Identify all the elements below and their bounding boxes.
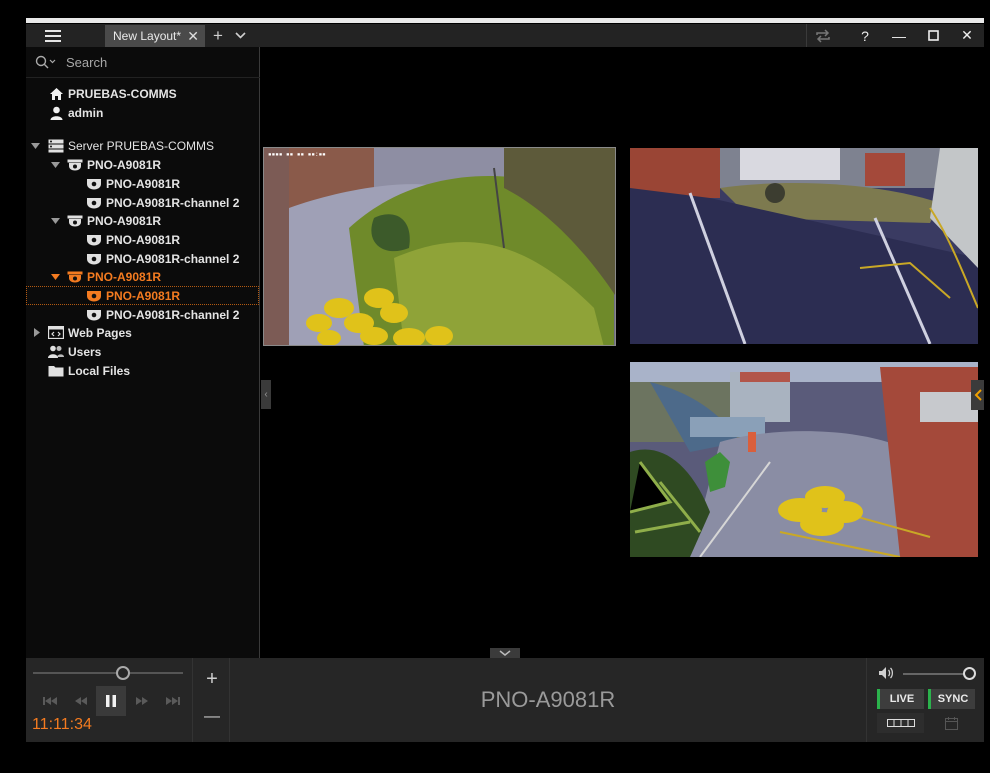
tree-item-channel-2[interactable]: PNO-A9081R-channel 2 (86, 193, 239, 212)
right-panel-handle[interactable] (971, 380, 984, 410)
tree-item-channel-2[interactable]: PNO-A9081R-channel 2 (86, 249, 239, 268)
search-bar (26, 47, 260, 78)
camera-feed-image (264, 148, 615, 345)
camera-device-icon (67, 269, 83, 285)
skip-forward-icon (165, 697, 180, 705)
home-icon (48, 86, 64, 102)
active-camera-name: PNO-A9081R (480, 687, 616, 712)
users-icon (48, 344, 64, 360)
playback-bar: 11:11:34 + — PNO-A9081R LIVE SYNC (26, 658, 984, 742)
tree-item-channel[interactable]: PNO-A9081R (86, 174, 180, 193)
expand-arrow-icon[interactable] (50, 216, 60, 226)
tree-item-users[interactable]: Users (48, 342, 101, 361)
tree-item-device-2[interactable]: PNO-A9081R (50, 211, 161, 230)
user-icon (48, 105, 64, 121)
filmstrip-icon (886, 719, 915, 727)
expand-arrow-icon[interactable] (30, 141, 40, 151)
main-menu-button[interactable] (26, 24, 79, 47)
skip-back-button[interactable] (34, 688, 65, 714)
title-bar: New Layout* ✕ + ? — ✕ (26, 24, 984, 47)
fast-forward-icon (135, 697, 148, 705)
camera-device-icon (67, 213, 83, 229)
camera-icon (86, 288, 102, 304)
collapse-arrow-icon[interactable] (32, 327, 42, 337)
server-icon (48, 138, 64, 154)
tree-item-device-3-active[interactable]: PNO-A9081R (50, 267, 161, 286)
tree-item-web-pages[interactable]: Web Pages (34, 323, 132, 342)
camera-icon (86, 307, 102, 323)
expand-arrow-icon[interactable] (50, 272, 60, 282)
chevron-down-icon (499, 650, 511, 656)
chevron-down-icon (234, 32, 246, 39)
camera-icon (86, 195, 102, 211)
minimize-button[interactable]: — (882, 24, 916, 47)
sync-button[interactable]: SYNC (928, 689, 975, 709)
skip-back-icon (42, 697, 57, 705)
close-window-button[interactable]: ✕ (950, 24, 984, 47)
resource-tree-panel: PRUEBAS-COMMS admin Server PRUEBAS-COMMS… (26, 47, 260, 658)
rewind-icon (74, 697, 87, 705)
help-button[interactable]: ? (848, 24, 882, 47)
tab-list-button[interactable] (231, 24, 249, 47)
web-page-icon (48, 325, 64, 341)
speed-slider-knob[interactable] (116, 666, 130, 680)
tree-item-user[interactable]: admin (48, 103, 103, 122)
camera-feed-image (630, 362, 978, 557)
tree-item-channel-selected[interactable]: PNO-A9081R (26, 286, 259, 305)
pause-button[interactable] (96, 686, 126, 716)
folder-icon (48, 363, 64, 379)
volume-slider-track[interactable] (903, 673, 969, 675)
tree-item-channel[interactable]: PNO-A9081R (86, 230, 180, 249)
camera-icon (86, 176, 102, 192)
expand-arrow-icon[interactable] (50, 160, 60, 170)
tree-item-system[interactable]: PRUEBAS-COMMS (48, 84, 177, 103)
skip-forward-button[interactable] (157, 688, 188, 714)
camera-icon (86, 232, 102, 248)
zoom-controls: + — (192, 658, 230, 742)
chevron-left-icon (974, 389, 982, 401)
speed-slider-track[interactable] (33, 672, 183, 674)
camera-tile-2[interactable] (630, 148, 978, 344)
camera-tile-1[interactable]: ▪▪▪▪ ▪▪ ▪▪ ▪▪:▪▪ (263, 147, 616, 346)
repeat-icon (815, 28, 830, 43)
camera-feed-image (630, 148, 978, 344)
collapse-sidebar-handle[interactable]: ‹ (261, 380, 271, 409)
add-tab-button[interactable]: + (209, 24, 227, 47)
search-input[interactable] (66, 54, 246, 70)
volume-slider-knob[interactable] (963, 667, 976, 680)
layout-sync-button[interactable] (806, 24, 838, 47)
camera-icon (86, 251, 102, 267)
tree-item-channel-2[interactable]: PNO-A9081R-channel 2 (86, 305, 239, 324)
calendar-button[interactable] (928, 713, 975, 733)
maximize-icon (927, 30, 939, 41)
calendar-icon (945, 716, 958, 730)
zoom-out-button[interactable]: — (193, 708, 231, 726)
transport-controls (34, 686, 188, 716)
thumbnails-toggle-button[interactable] (877, 713, 924, 733)
tab-new-layout[interactable]: New Layout* ✕ (105, 25, 205, 47)
zoom-in-button[interactable]: + (193, 668, 231, 691)
collapse-timeline-handle[interactable] (490, 648, 520, 658)
top-accent-line (26, 18, 984, 23)
tree-item-device-1[interactable]: PNO-A9081R (50, 155, 161, 174)
tree-item-local-files[interactable]: Local Files (48, 361, 130, 380)
rewind-button[interactable] (65, 688, 96, 714)
live-controls: LIVE SYNC (866, 658, 984, 742)
volume-icon[interactable] (878, 666, 894, 685)
camera-tile-3[interactable] (630, 362, 978, 557)
close-tab-icon[interactable]: ✕ (187, 28, 199, 45)
hamburger-icon (44, 29, 61, 42)
playback-time: 11:11:34 (32, 716, 92, 733)
camera-device-icon (67, 157, 83, 173)
tab-label: New Layout* (113, 29, 182, 43)
tree-item-server[interactable]: Server PRUEBAS-COMMS (30, 136, 214, 155)
live-button[interactable]: LIVE (877, 689, 924, 709)
maximize-button[interactable] (916, 24, 950, 47)
camera-timestamp-overlay: ▪▪▪▪ ▪▪ ▪▪ ▪▪:▪▪ (268, 151, 326, 158)
pause-icon (106, 695, 116, 707)
fast-forward-button[interactable] (126, 688, 157, 714)
search-icon[interactable] (26, 47, 66, 78)
